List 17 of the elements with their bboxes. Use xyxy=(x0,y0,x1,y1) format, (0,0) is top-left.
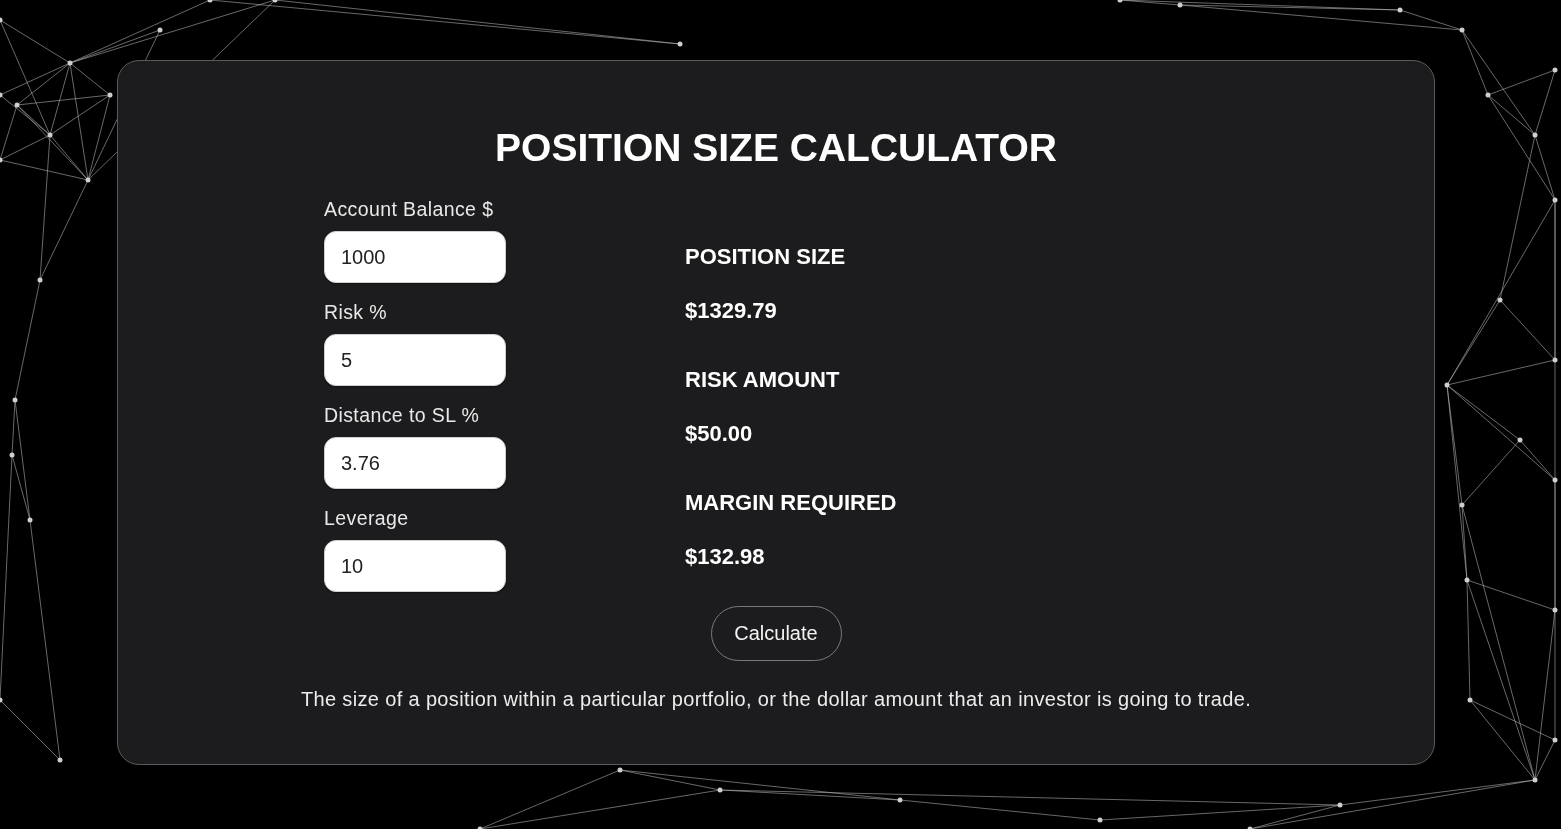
description-text: The size of a position within a particular portfolio, or the dollar amount that an investor is going to trade. xyxy=(300,687,1252,711)
input-field[interactable]: 10 xyxy=(324,540,506,592)
result-value: $50.00 xyxy=(685,420,753,448)
result-heading: MARGIN REQUIRED xyxy=(685,489,897,517)
result-value: $132.98 xyxy=(685,543,765,571)
field-label: Risk % xyxy=(324,300,389,324)
field-label: Distance to SL % xyxy=(324,403,481,427)
field-label: Account Balance $ xyxy=(324,197,495,221)
calculator-title: POSITION SIZE CALCULATOR xyxy=(495,125,1057,171)
input-field[interactable]: 3.76 xyxy=(324,437,506,489)
field-label: Leverage xyxy=(324,506,410,530)
result-heading: POSITION SIZE xyxy=(685,243,846,271)
result-value: $1329.79 xyxy=(685,297,777,325)
input-field[interactable]: 1000 xyxy=(324,231,506,283)
result-heading: RISK AMOUNT xyxy=(685,366,840,394)
calculate-button[interactable]: Calculate xyxy=(710,606,842,661)
input-field[interactable]: 5 xyxy=(324,334,506,386)
